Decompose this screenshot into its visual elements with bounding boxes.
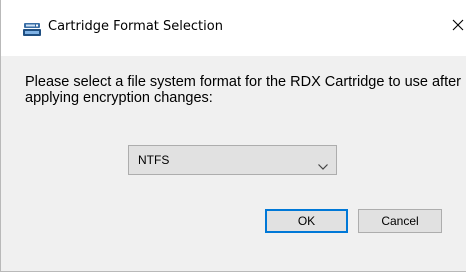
rdx-drive-icon (23, 21, 41, 37)
window-title: Cartridge Format Selection (48, 19, 223, 34)
selected-format-value: NTFS (138, 153, 170, 167)
ok-button[interactable]: OK (265, 209, 348, 233)
close-button[interactable] (450, 12, 466, 40)
cancel-button[interactable]: Cancel (358, 209, 442, 233)
title-bar: Cartridge Format Selection (1, 0, 466, 56)
chevron-down-icon (318, 157, 328, 175)
cartridge-format-dialog: Cartridge Format Selection Please select… (0, 0, 466, 272)
format-prompt-text: Please select a file system format for t… (25, 74, 461, 106)
close-icon (452, 19, 464, 31)
file-system-format-select[interactable]: NTFS (128, 145, 337, 175)
